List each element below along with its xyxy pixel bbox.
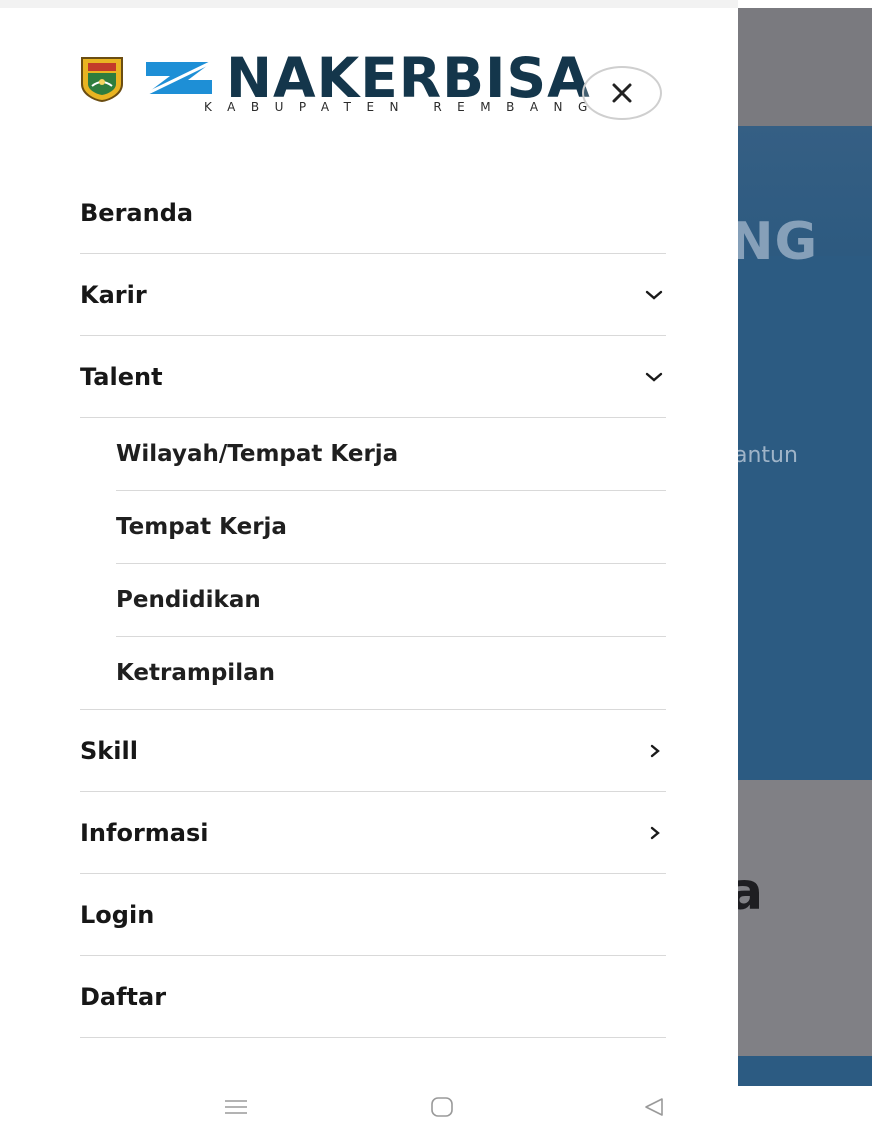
background-bottom-bar <box>738 1056 872 1086</box>
recent-apps-button[interactable] <box>216 1094 256 1120</box>
chevron-right-icon <box>650 744 660 757</box>
background-lower-text: a <box>738 862 764 922</box>
submenu-item-tempat-kerja[interactable]: Tempat Kerja <box>116 491 666 564</box>
logo-subtitle-text: KABUPATEN REMBANG <box>204 100 603 114</box>
submenu-item-label: Ketrampilan <box>116 660 275 686</box>
menu-item-login[interactable]: Login <box>80 874 666 956</box>
menu-item-daftar[interactable]: Daftar <box>80 956 666 1038</box>
menu-item-karir[interactable]: Karir <box>80 254 666 336</box>
menu-item-label: Talent <box>80 362 163 391</box>
menu-item-skill[interactable]: Skill <box>80 710 666 792</box>
home-square-icon <box>431 1097 453 1117</box>
back-button[interactable] <box>634 1094 674 1120</box>
menu-item-label: Skill <box>80 736 138 765</box>
menu-item-informasi[interactable]: Informasi <box>80 792 666 874</box>
close-menu-button[interactable] <box>582 66 662 120</box>
background-page: NG antun a <box>738 0 872 1126</box>
submenu-item-pendidikan[interactable]: Pendidikan <box>116 564 666 637</box>
home-button[interactable] <box>422 1094 462 1120</box>
navigation-drawer: NAKERBISA KABUPATEN REMBANG Beranda Kari… <box>0 0 738 1086</box>
submenu-item-label: Tempat Kerja <box>116 514 287 540</box>
background-hero-text: NG <box>738 212 819 272</box>
system-navigation-bar <box>0 1086 872 1126</box>
background-header <box>738 8 872 126</box>
menu-lines-icon <box>225 1100 247 1114</box>
menu-item-talent[interactable]: Talent <box>80 336 666 418</box>
close-icon <box>612 83 632 103</box>
submenu-item-wilayah-tempat-kerja[interactable]: Wilayah/Tempat Kerja <box>116 418 666 491</box>
menu-item-label: Informasi <box>80 818 209 847</box>
menu-item-label: Karir <box>80 280 147 309</box>
submenu-item-label: Pendidikan <box>116 587 261 613</box>
menu-item-label: Daftar <box>80 982 167 1011</box>
chevron-down-icon <box>645 290 663 300</box>
chevron-right-icon <box>650 826 660 839</box>
background-top-strip <box>738 0 872 8</box>
menu-item-label: Login <box>80 900 155 929</box>
back-triangle-icon <box>645 1098 663 1116</box>
submenu-item-label: Wilayah/Tempat Kerja <box>116 441 399 467</box>
main-menu: Beranda Karir Talent Wilayah/Tempat Kerj… <box>80 172 666 1038</box>
nakerbisa-swoosh-icon <box>145 60 213 96</box>
chevron-down-icon <box>645 372 663 382</box>
menu-item-beranda[interactable]: Beranda <box>80 172 666 254</box>
submenu-item-ketrampilan[interactable]: Ketrampilan <box>80 637 666 710</box>
drawer-top-strip <box>0 0 738 8</box>
menu-item-label: Beranda <box>80 198 194 227</box>
regency-crest-icon <box>81 57 123 102</box>
background-hero-subtext: antun <box>738 443 798 468</box>
